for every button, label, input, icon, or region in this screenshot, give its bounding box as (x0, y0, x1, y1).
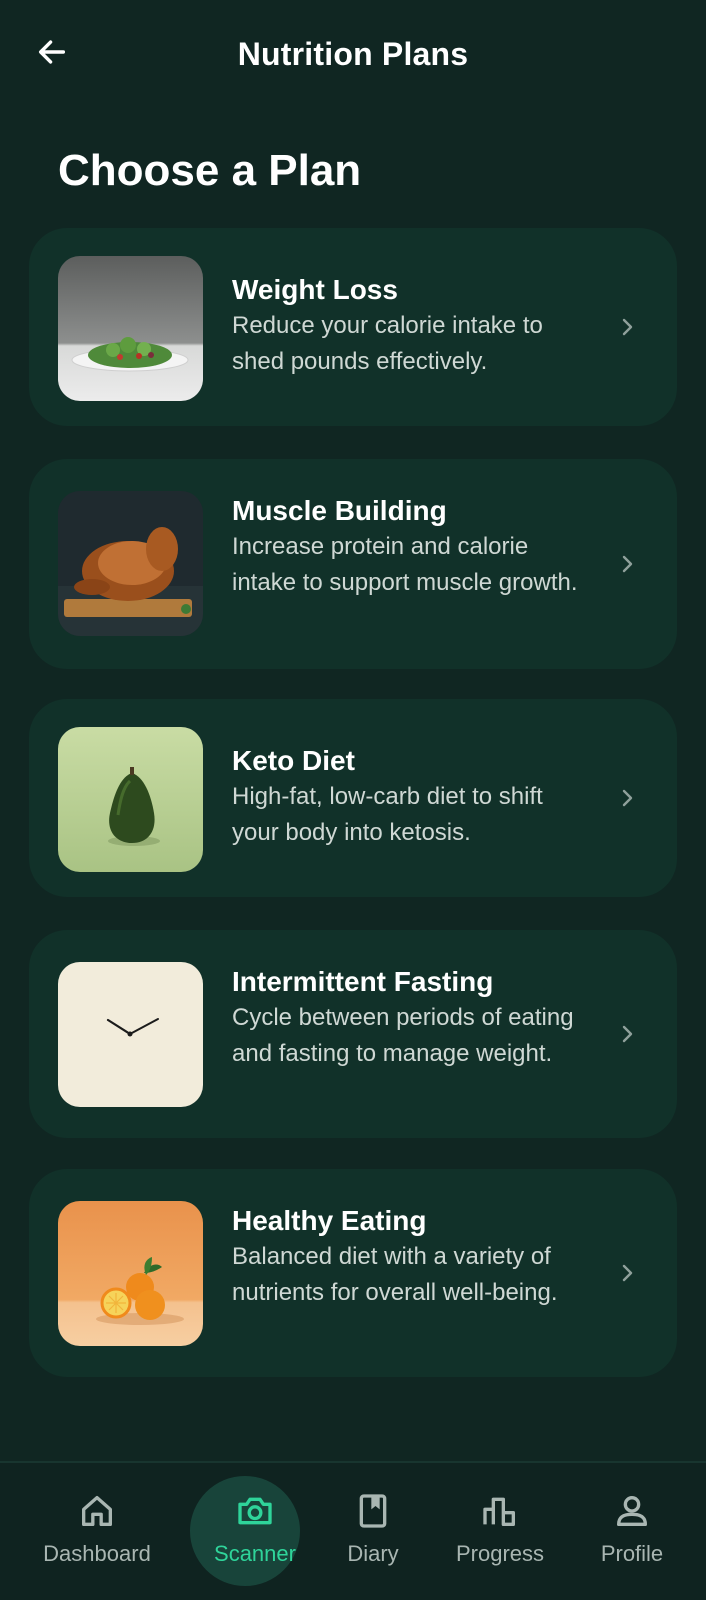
plan-description: High-fat, low-carb diet to shift your bo… (232, 783, 543, 846)
plan-image-oranges (58, 1201, 203, 1346)
plan-description: Reduce your calorie intake to shed pound… (232, 312, 543, 375)
bottom-nav: Dashboard Scanner Diary Progress Profile (0, 1463, 706, 1600)
nav-label: Dashboard (43, 1541, 151, 1566)
camera-icon (238, 1497, 272, 1525)
plan-title: Muscle Building (232, 495, 447, 526)
chevron-right-icon (622, 789, 633, 807)
plan-card-muscle-building[interactable]: Muscle Building Increase protein and cal… (29, 459, 677, 669)
nav-label: Diary (347, 1541, 399, 1566)
page-title: Nutrition Plans (237, 36, 469, 72)
home-icon (82, 1496, 113, 1526)
plan-card-healthy-eating[interactable]: Healthy Eating Balanced diet with a vari… (29, 1169, 677, 1377)
plan-description: Cycle between periods of eating and fast… (232, 1004, 574, 1067)
plan-title: Keto Diet (232, 745, 355, 776)
bar-chart-icon (483, 1497, 515, 1526)
nav-item-profile[interactable]: Profile (562, 1463, 702, 1600)
nav-label: Profile (600, 1541, 664, 1566)
plan-text: Healthy Eating Balanced diet with a vari… (232, 1203, 584, 1311)
nav-item-diary[interactable]: Diary (303, 1463, 443, 1600)
plan-text: Weight Loss Reduce your calorie intake t… (232, 272, 584, 380)
section-title: Choose a Plan (58, 146, 362, 195)
plan-card-weight-loss[interactable]: Weight Loss Reduce your calorie intake t… (29, 228, 677, 426)
app-bar: Nutrition Plans (0, 0, 706, 112)
nav-item-progress[interactable]: Progress (430, 1463, 570, 1600)
plan-card-intermittent-fasting[interactable]: Intermittent Fasting Cycle between perio… (29, 930, 677, 1138)
plan-text: Keto Diet High-fat, low-carb diet to shi… (232, 743, 584, 851)
nav-label: Progress (455, 1541, 545, 1566)
book-icon (359, 1494, 387, 1528)
plan-text: Intermittent Fasting Cycle between perio… (232, 964, 584, 1072)
chevron-right-icon (622, 1025, 633, 1043)
plan-text: Muscle Building Increase protein and cal… (232, 493, 584, 601)
person-icon (617, 1496, 647, 1526)
plan-title: Intermittent Fasting (232, 966, 494, 997)
plan-image-salad (58, 256, 203, 401)
plan-description: Balanced diet with a variety of nutrient… (232, 1243, 558, 1306)
plan-card-keto-diet[interactable]: Keto Diet High-fat, low-carb diet to shi… (29, 699, 677, 897)
plan-image-avocado (58, 727, 203, 872)
plan-image-chicken (58, 491, 203, 636)
chevron-right-icon (622, 1264, 633, 1282)
plan-description: Increase protein and calorie intake to s… (232, 533, 578, 596)
plan-image-clock (58, 962, 203, 1107)
plan-title: Healthy Eating (232, 1205, 427, 1236)
nav-item-dashboard[interactable]: Dashboard (27, 1463, 167, 1600)
chevron-right-icon (622, 555, 633, 573)
chevron-right-icon (622, 318, 633, 336)
plan-title: Weight Loss (232, 274, 398, 305)
